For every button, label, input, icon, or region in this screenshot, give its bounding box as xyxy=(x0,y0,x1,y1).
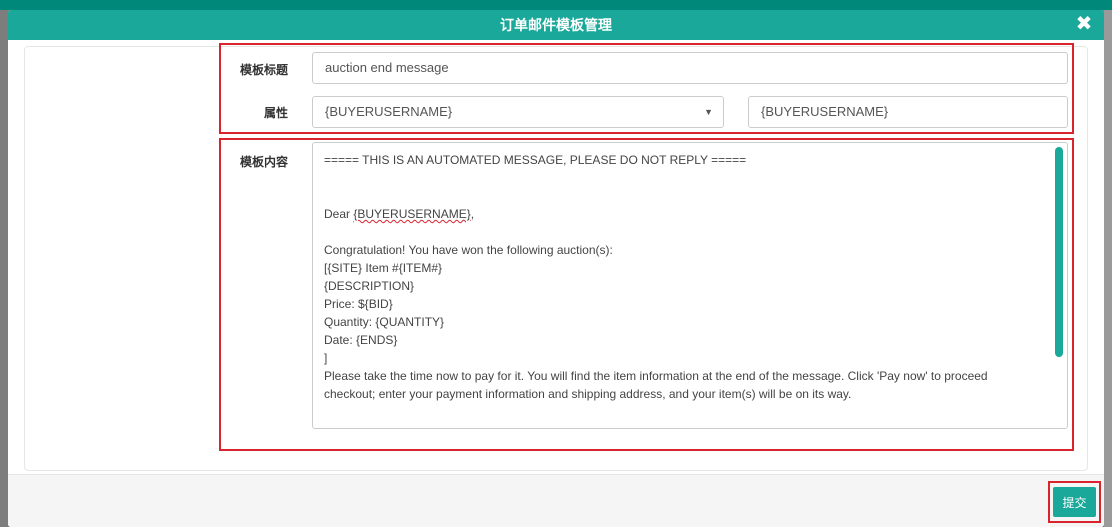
content-text: ===== THIS IS AN AUTOMATED MESSAGE, PLEA… xyxy=(324,151,1047,403)
attribute-text-field[interactable]: {BUYERUSERNAME} xyxy=(748,96,1068,128)
background-nav-strip xyxy=(0,0,1112,10)
attribute-label: 属性 xyxy=(263,106,288,120)
content-line: Please take the time now to pay for it. … xyxy=(324,369,988,383)
template-title-label: 模板标题 xyxy=(239,63,288,77)
content-line: Date: {ENDS} xyxy=(324,333,398,347)
content-line: ===== THIS IS AN AUTOMATED MESSAGE, PLEA… xyxy=(324,153,747,167)
content-line: Dear {BUYERUSERNAME}, xyxy=(324,207,475,221)
modal-body: 模板标题 auction end message 属性 {BUYERUSERNA… xyxy=(8,40,1104,474)
content-line: checkout; enter your payment information… xyxy=(324,387,852,401)
attribute-select[interactable]: {BUYERUSERNAME} ▼ xyxy=(312,96,724,128)
content-line: ] xyxy=(324,351,328,365)
content-line xyxy=(324,169,1047,187)
content-textarea[interactable]: ===== THIS IS AN AUTOMATED MESSAGE, PLEA… xyxy=(312,142,1068,429)
content-line: Quantity: {QUANTITY} xyxy=(324,315,445,329)
background-edge xyxy=(1104,10,1112,527)
content-line xyxy=(324,223,1047,241)
content-line: Congratulation! You have won the followi… xyxy=(324,243,613,257)
submit-button[interactable]: 提交 xyxy=(1053,487,1096,517)
content-label: 模板内容 xyxy=(239,155,288,169)
attribute-select-value: {BUYERUSERNAME} xyxy=(325,104,453,119)
content-line: {DESCRIPTION} xyxy=(324,279,415,293)
template-modal: 订单邮件模板管理 ✖ 模板标题 auction end message 属性 {… xyxy=(8,10,1104,527)
modal-title: 订单邮件模板管理 xyxy=(500,18,612,34)
close-icon[interactable]: ✖ xyxy=(1074,14,1094,34)
template-title-input[interactable]: auction end message xyxy=(312,52,1068,84)
content-line: Price: ${BID} xyxy=(324,297,393,311)
textarea-scrollbar[interactable] xyxy=(1055,147,1063,357)
content-line: [{SITE} Item #{ITEM#} xyxy=(324,261,443,275)
modal-header: 订单邮件模板管理 ✖ xyxy=(8,10,1104,40)
caret-down-icon: ▼ xyxy=(704,107,713,117)
modal-footer: 提交 xyxy=(8,474,1104,527)
content-line xyxy=(324,187,1047,205)
